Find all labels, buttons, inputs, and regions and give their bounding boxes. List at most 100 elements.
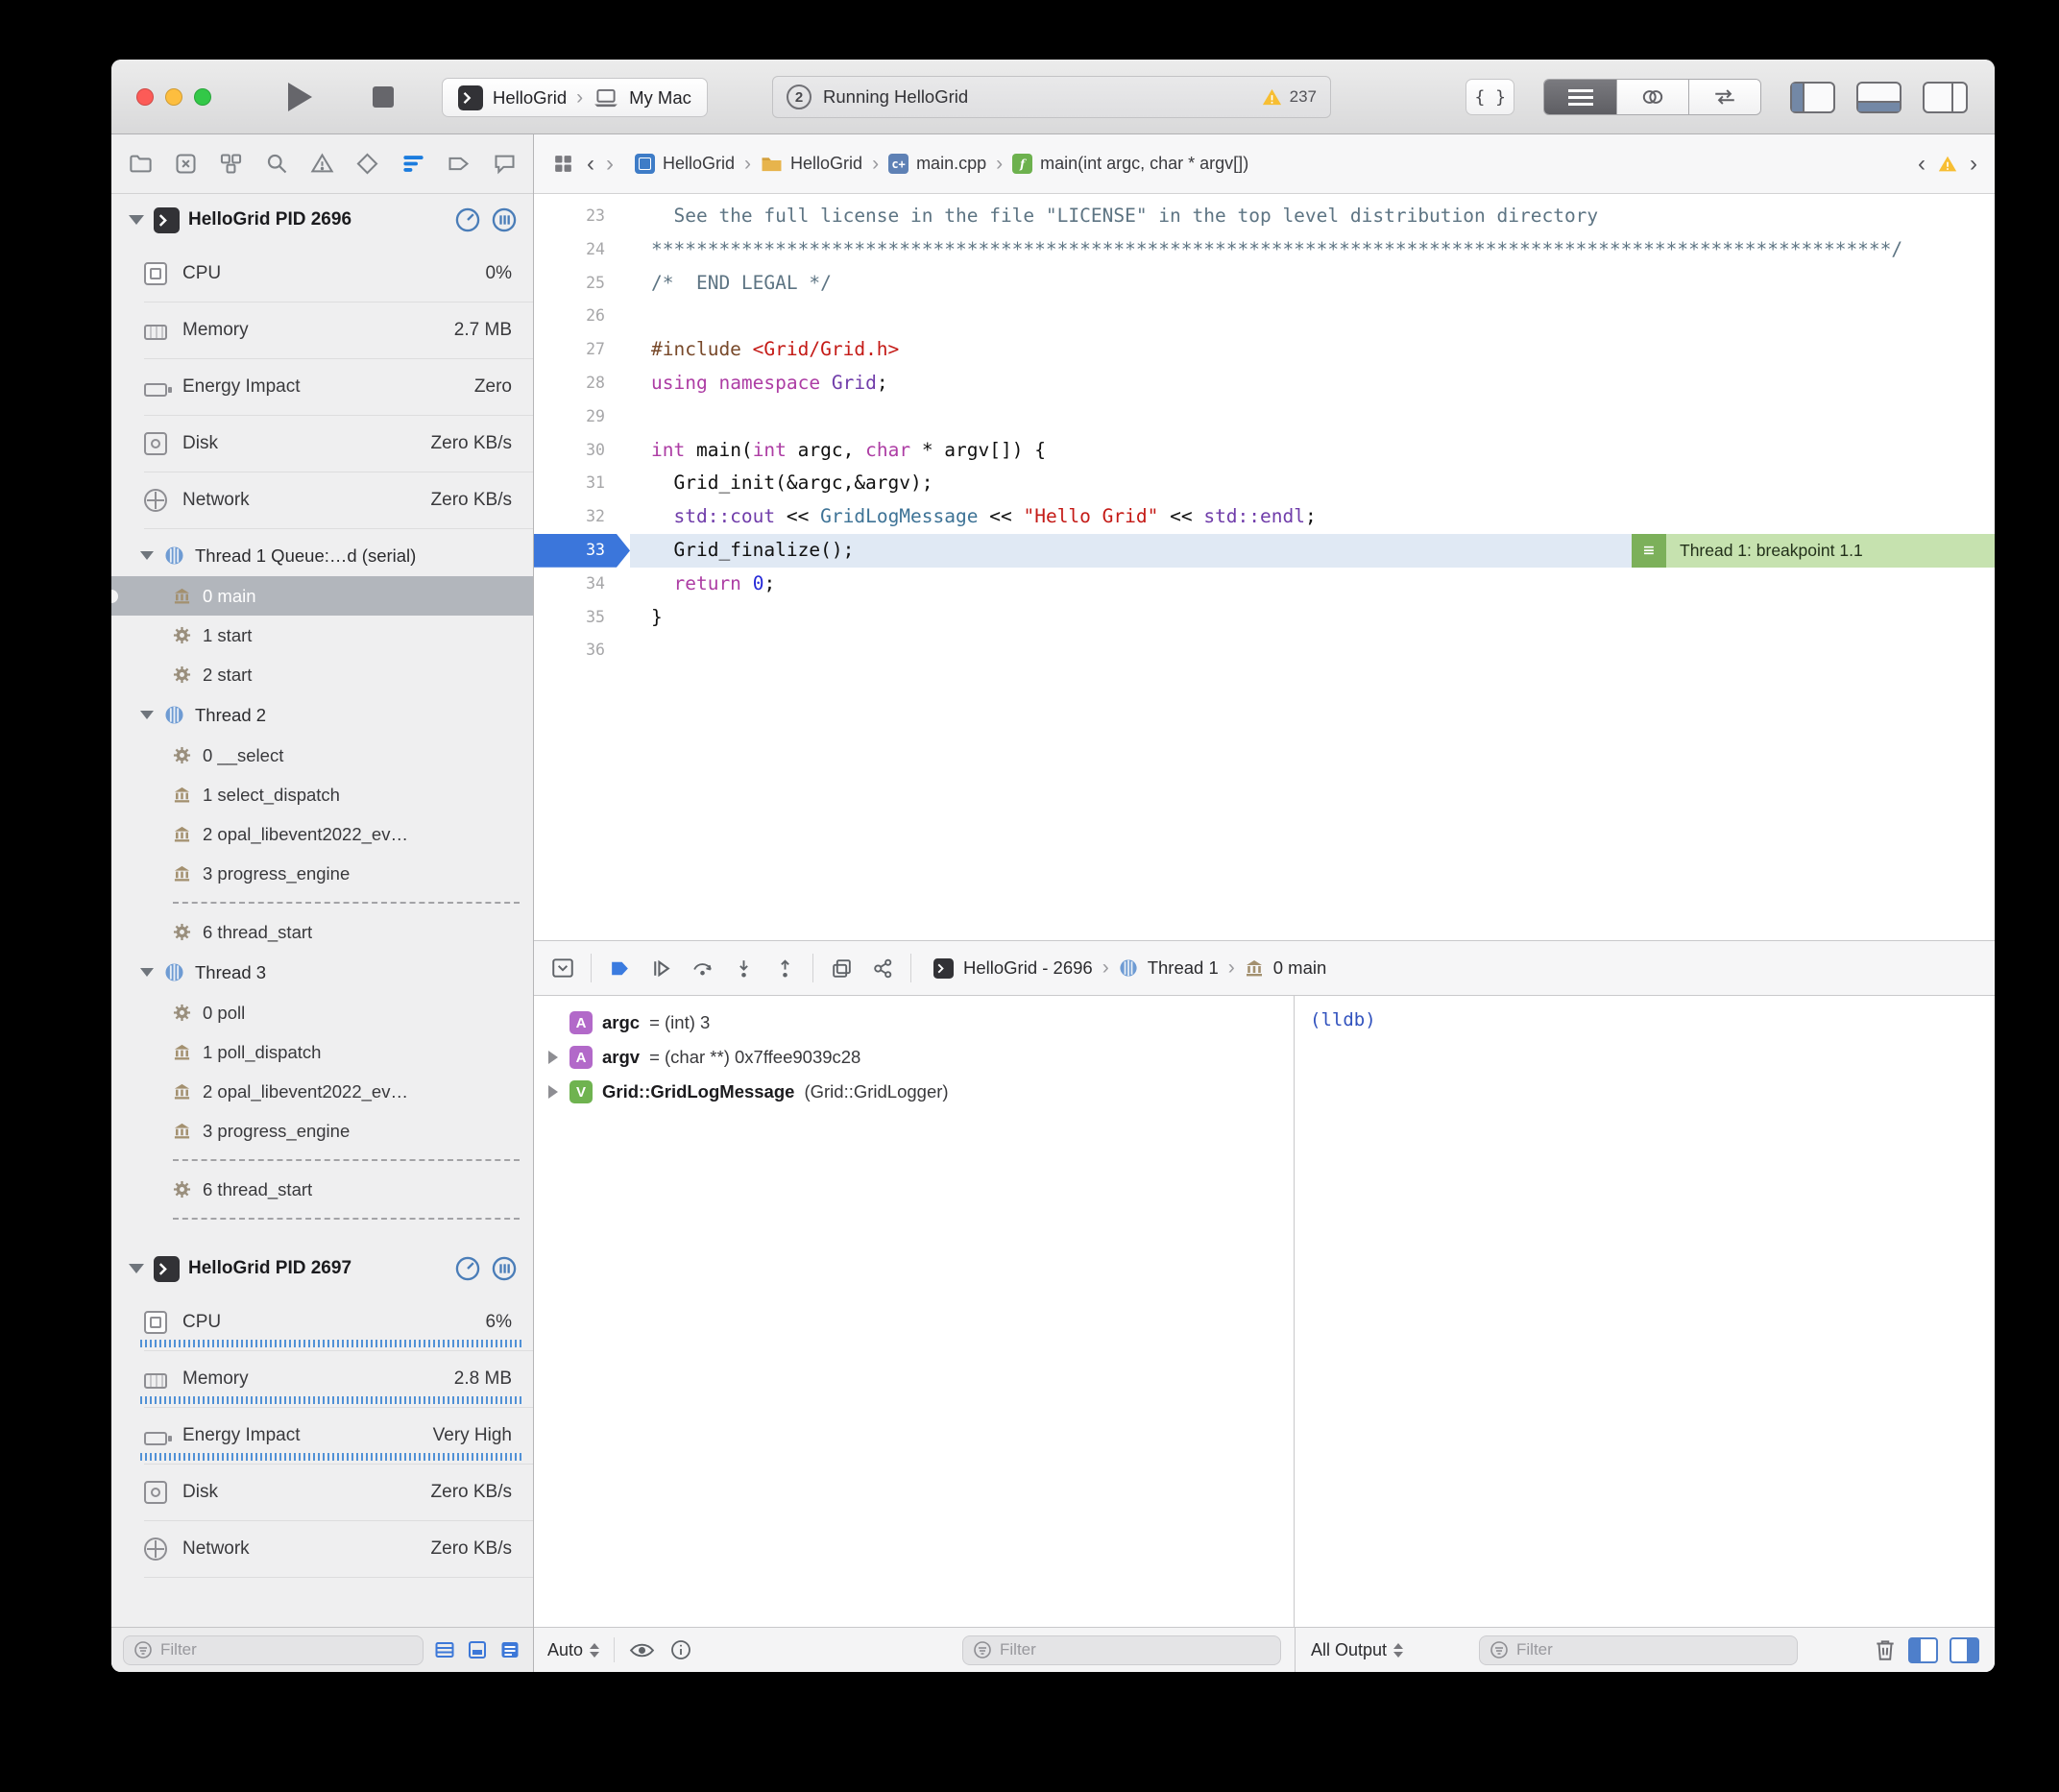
stack-frame-row[interactable]: 2 start	[111, 655, 533, 694]
disclosure-triangle-icon[interactable]	[140, 711, 154, 719]
code-text[interactable]	[630, 634, 1995, 667]
disclosure-triangle-icon[interactable]	[129, 1264, 144, 1273]
thread-header-row[interactable]: Thread 1 Queue:…d (serial)	[111, 535, 533, 576]
debug-thread-label[interactable]: Thread 1	[1148, 957, 1219, 979]
line-number[interactable]: 26	[534, 300, 630, 333]
report-navigator-icon[interactable]	[491, 151, 518, 178]
scheme-selector[interactable]: HelloGrid My Mac	[442, 78, 708, 117]
debug-navigator-icon[interactable]	[400, 151, 426, 178]
stat-row[interactable]: Memory 2.8 MB	[144, 1351, 533, 1408]
next-issue-button[interactable]	[1970, 153, 1977, 176]
code-text[interactable]: /* END LEGAL */	[630, 267, 1995, 301]
stack-frame-row[interactable]: 1 start	[111, 616, 533, 655]
code-text[interactable]	[630, 400, 1995, 434]
process-row[interactable]: HelloGrid PID 2696	[111, 194, 533, 246]
quicklook-eye-icon[interactable]	[629, 1641, 655, 1659]
breadcrumb-symbol[interactable]: f main(int argc, char * argv[])	[1012, 154, 1248, 174]
related-items-icon[interactable]	[551, 152, 575, 176]
breadcrumb-group[interactable]: HelloGrid	[761, 154, 862, 174]
code-text[interactable]: #include <Grid/Grid.h>	[630, 333, 1995, 367]
process-row[interactable]: HelloGrid PID 2697	[111, 1243, 533, 1295]
line-number[interactable]: 32	[534, 500, 630, 534]
stat-row[interactable]: CPU 6%	[144, 1295, 533, 1351]
step-over-button[interactable]	[689, 955, 715, 981]
debug-frame-label[interactable]: 0 main	[1273, 957, 1327, 979]
disclosure-triangle-icon[interactable]	[140, 551, 154, 560]
disclosure-triangle-icon[interactable]	[140, 968, 154, 977]
line-number[interactable]: 24	[534, 233, 630, 267]
stack-frame-row[interactable]: 0 __select	[111, 736, 533, 775]
breadcrumb-file[interactable]: c+ main.cpp	[888, 154, 986, 174]
breakpoint-annotation[interactable]: Thread 1: breakpoint 1.1	[1632, 534, 1995, 568]
breakpoints-toggle-button[interactable]	[606, 955, 633, 981]
variables-filter-input[interactable]	[1000, 1640, 1271, 1659]
stat-row[interactable]: Energy Impact Zero	[144, 359, 533, 416]
code-text[interactable]: Grid_finalize();Thread 1: breakpoint 1.1	[630, 534, 1995, 568]
info-icon[interactable]	[669, 1638, 692, 1661]
view-hierarchy-button[interactable]	[828, 955, 855, 981]
code-text[interactable]: }	[630, 601, 1995, 635]
variable-row[interactable]: A argc = (int) 3	[534, 1005, 1294, 1040]
standard-editor-button[interactable]	[1544, 80, 1616, 114]
stack-compression-icon[interactable]	[466, 1638, 489, 1661]
test-navigator-icon[interactable]	[354, 151, 381, 178]
show-variables-view-toggle[interactable]	[1908, 1637, 1938, 1663]
code-text[interactable]: See the full license in the file "LICENS…	[630, 200, 1995, 233]
back-button[interactable]	[587, 153, 594, 176]
clear-console-button[interactable]	[1874, 1637, 1897, 1662]
line-number[interactable]: 23	[534, 200, 630, 233]
continue-button[interactable]	[647, 955, 674, 981]
line-number[interactable]: 27	[534, 333, 630, 367]
code-text[interactable]	[630, 300, 1995, 333]
code-text[interactable]: std::cout << GridLogMessage << "Hello Gr…	[630, 500, 1995, 534]
stat-row[interactable]: Network Zero KB/s	[144, 1521, 533, 1578]
stop-button[interactable]	[373, 86, 394, 108]
line-number[interactable]: 30	[534, 434, 630, 468]
stack-frame-row[interactable]: 2 opal_libevent2022_ev…	[111, 814, 533, 854]
symbol-navigator-icon[interactable]	[218, 151, 245, 178]
line-number[interactable]: 34	[534, 568, 630, 601]
code-text[interactable]: int main(int argc, char * argv[]) {	[630, 434, 1995, 468]
utilities-panel-toggle[interactable]	[1923, 82, 1968, 113]
close-button[interactable]	[136, 88, 154, 106]
variable-row[interactable]: V Grid::GridLogMessage (Grid::GridLogger…	[534, 1075, 1294, 1109]
stack-frame-row[interactable]: 0 main	[111, 576, 533, 616]
disclosure-triangle-icon[interactable]	[545, 1085, 560, 1099]
version-editor-button[interactable]	[1688, 80, 1760, 114]
disclosure-triangle-icon[interactable]	[129, 215, 144, 225]
breakpoint-indicator[interactable]: 33	[534, 534, 630, 568]
console-filter-input[interactable]	[1516, 1640, 1787, 1659]
find-navigator-icon[interactable]	[263, 151, 290, 178]
stack-frame-row[interactable]: 3 progress_engine	[111, 854, 533, 893]
activity-viewer[interactable]: 2 Running HelloGrid 237	[772, 76, 1331, 118]
code-snippet-button[interactable]: { }	[1466, 79, 1514, 115]
run-button[interactable]	[288, 83, 312, 111]
line-number[interactable]: 35	[534, 601, 630, 635]
stack-frame-row[interactable]: 6 thread_start	[111, 1170, 533, 1209]
stat-row[interactable]: Memory 2.7 MB	[144, 303, 533, 359]
show-console-view-toggle[interactable]	[1950, 1637, 1979, 1663]
stat-row[interactable]: Disk Zero KB/s	[144, 1465, 533, 1521]
variables-scope-selector[interactable]: Auto	[547, 1640, 599, 1660]
stat-row[interactable]: Network Zero KB/s	[144, 472, 533, 529]
stack-frame-row[interactable]: 2 opal_libevent2022_ev…	[111, 1072, 533, 1111]
previous-issue-button[interactable]	[1918, 153, 1926, 176]
navigator-filter-field[interactable]	[123, 1635, 424, 1665]
thread-header-row[interactable]: Thread 2	[111, 694, 533, 736]
disclosure-triangle-icon[interactable]	[545, 1051, 560, 1064]
line-number[interactable]: 29	[534, 400, 630, 434]
navigator-panel-toggle[interactable]	[1790, 82, 1835, 113]
variable-row[interactable]: A argv = (char **) 0x7ffee9039c28	[534, 1040, 1294, 1075]
memory-graph-button[interactable]	[869, 955, 896, 981]
thread-header-row[interactable]: Thread 3	[111, 952, 533, 993]
console-filter-field[interactable]	[1479, 1635, 1798, 1665]
hide-debug-area-button[interactable]	[549, 955, 576, 981]
stack-frame-row[interactable]: 1 poll_dispatch	[111, 1032, 533, 1072]
breakpoint-navigator-icon[interactable]	[446, 151, 472, 178]
view-process-by-thread-icon[interactable]	[498, 1638, 521, 1661]
source-control-navigator-icon[interactable]	[172, 151, 199, 178]
memory-gauge-button[interactable]	[491, 1255, 518, 1282]
line-number[interactable]: 25	[534, 267, 630, 301]
warning-counter[interactable]: 237	[1261, 86, 1317, 109]
stack-frame-row[interactable]: 6 thread_start	[111, 912, 533, 952]
